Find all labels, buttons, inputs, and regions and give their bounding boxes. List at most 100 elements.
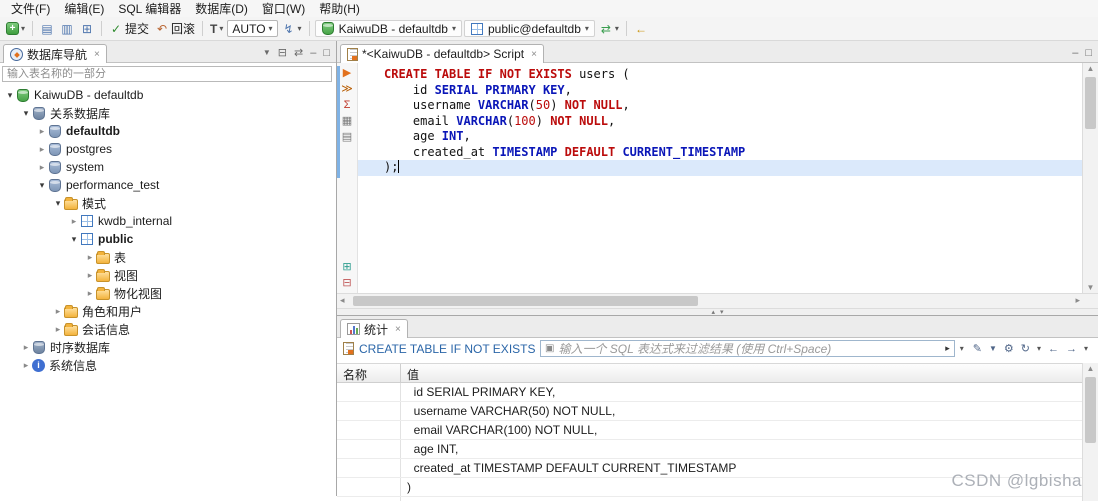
code-line[interactable]: age INT,	[358, 129, 1082, 145]
code-line[interactable]: );	[358, 160, 1082, 176]
new-connection-button[interactable]: ▾	[4, 21, 27, 36]
filter-funnel-icon[interactable]: ▼	[989, 344, 997, 353]
tree-item-表[interactable]: ▸表	[0, 248, 336, 266]
scroll-right-icon[interactable]: ▸	[1075, 295, 1080, 306]
code-line[interactable]: id SERIAL PRIMARY KEY,	[358, 83, 1082, 99]
stats-row[interactable]: id SERIAL PRIMARY KEY,	[337, 383, 1082, 402]
explain-plan-icon[interactable]: Σ	[344, 99, 351, 111]
result-filter-box[interactable]: ▣ ▸	[540, 340, 955, 357]
stats-row[interactable]: )	[337, 478, 1082, 497]
tree-item-system[interactable]: ▸system	[0, 158, 336, 176]
expander-icon[interactable]: ▸	[20, 360, 32, 371]
menu-文件(F)[interactable]: 文件(F)	[4, 0, 57, 18]
code-line[interactable]: username VARCHAR(50) NOT NULL,	[358, 98, 1082, 114]
tree-item-public[interactable]: ▾public	[0, 230, 336, 248]
apply-filter-icon[interactable]: ▸	[945, 343, 950, 354]
expander-icon[interactable]: ▾	[36, 180, 48, 191]
sash-up-icon[interactable]: ▴	[711, 310, 715, 315]
close-icon[interactable]: ×	[94, 49, 100, 60]
tree-item-KaiwuDB - defaultdb[interactable]: ▾KaiwuDB - defaultdb	[0, 86, 336, 104]
code-line[interactable]: created_at TIMESTAMP DEFAULT CURRENT_TIM…	[358, 145, 1082, 161]
code-area[interactable]: CREATE TABLE IF NOT EXISTS users ( id SE…	[358, 63, 1082, 293]
tree-item-会话信息[interactable]: ▸会话信息	[0, 320, 336, 338]
tree-item-角色和用户[interactable]: ▸角色和用户	[0, 302, 336, 320]
expander-icon[interactable]: ▾	[20, 108, 32, 119]
next-result-icon[interactable]: →	[1066, 343, 1077, 355]
tree-item-postgres[interactable]: ▸postgres	[0, 140, 336, 158]
link-with-editor-icon[interactable]: ⇄	[294, 46, 303, 59]
scrollbar-thumb[interactable]	[1085, 77, 1096, 129]
connection-selector[interactable]: KaiwuDB - defaultdb ▾	[315, 20, 462, 37]
menu-窗口(W)[interactable]: 窗口(W)	[255, 0, 312, 18]
expander-icon[interactable]: ▸	[84, 288, 96, 299]
grid-settings-icon[interactable]: ⚙	[1004, 342, 1014, 355]
tab-sql-script[interactable]: *<KaiwuDB - defaultdb> Script ×	[340, 44, 544, 63]
schema-selector[interactable]: public@defaultdb ▾	[464, 20, 595, 37]
menu-数据库(D)[interactable]: 数据库(D)	[188, 0, 255, 18]
execute-statement-icon[interactable]: ▶	[343, 67, 351, 79]
stats-row[interactable]: created_at TIMESTAMP DEFAULT CURRENT_TIM…	[337, 459, 1082, 478]
table-name-filter-input[interactable]	[2, 66, 332, 82]
column-header-name[interactable]: 名称	[337, 364, 401, 382]
editor-horizontal-scrollbar[interactable]: ◂ ▸	[337, 293, 1098, 308]
expander-icon[interactable]: ▾	[68, 234, 80, 245]
navigate-back-button[interactable]: ←	[632, 21, 650, 37]
refresh-icon[interactable]: ↻	[1021, 342, 1030, 355]
execute-script-icon[interactable]: ≫	[341, 83, 353, 95]
compare-connection-button[interactable]: ⇄ ▾	[597, 21, 621, 37]
tree-item-performance_test[interactable]: ▾performance_test	[0, 176, 336, 194]
minimize-icon[interactable]: –	[1072, 47, 1078, 59]
result-filter-input[interactable]	[558, 342, 941, 356]
analyse-icon[interactable]: ▦	[342, 115, 352, 127]
stats-row[interactable]: age INT,	[337, 440, 1082, 459]
panel-splitter[interactable]: ▴ ▾	[337, 308, 1098, 315]
code-line[interactable]: CREATE TABLE IF NOT EXISTS users (	[358, 67, 1082, 83]
expander-icon[interactable]: ▸	[68, 216, 80, 227]
expander-icon[interactable]: ▸	[20, 342, 32, 353]
maximize-icon[interactable]: □	[1085, 47, 1092, 59]
expander-icon[interactable]: ▸	[36, 162, 48, 173]
expander-icon[interactable]: ▸	[84, 270, 96, 281]
scroll-up-icon[interactable]: ▲	[1083, 64, 1098, 73]
expander-icon[interactable]: ▸	[36, 126, 48, 137]
filter-menu-icon[interactable]: ▼	[263, 48, 271, 57]
commit-button[interactable]: ✓ 提交	[107, 19, 151, 38]
scroll-down-icon[interactable]: ▼	[1083, 283, 1098, 292]
minimize-icon[interactable]: –	[310, 47, 316, 59]
new-sql-editor-button[interactable]: ▤	[38, 21, 56, 37]
menu-编辑(E)[interactable]: 编辑(E)	[57, 0, 111, 18]
collapse-all-icon[interactable]: ⊟	[278, 46, 287, 59]
code-line[interactable]: email VARCHAR(100) NOT NULL,	[358, 114, 1082, 130]
tree-item-物化视图[interactable]: ▸物化视图	[0, 284, 336, 302]
expand-filter-icon[interactable]: ▣	[545, 343, 554, 354]
rollback-button[interactable]: ↶ 回滚	[153, 19, 197, 38]
stats-row[interactable]: username VARCHAR(50) NOT NULL,	[337, 402, 1082, 421]
recent-sql-button[interactable]: ⊞	[78, 21, 96, 37]
tree-item-系统信息[interactable]: ▸系统信息	[0, 356, 336, 374]
stats-row[interactable]: email VARCHAR(100) NOT NULL,	[337, 421, 1082, 440]
column-header-value[interactable]: 值	[401, 364, 1082, 382]
tab-statistics[interactable]: 统计 ×	[340, 319, 408, 338]
maximize-icon[interactable]: □	[323, 47, 330, 59]
previous-result-icon[interactable]: ←	[1048, 343, 1059, 355]
open-output-icon[interactable]: ⊞	[342, 261, 351, 273]
tree-item-视图[interactable]: ▸视图	[0, 266, 336, 284]
scrollbar-thumb[interactable]	[1085, 377, 1096, 443]
auto-commit-combo[interactable]: AUTO ▾	[227, 20, 277, 37]
tree-item-defaultdb[interactable]: ▸defaultdb	[0, 122, 336, 140]
transaction-log-button[interactable]: T ▾	[208, 21, 225, 37]
tree-item-kwdb_internal[interactable]: ▸kwdb_internal	[0, 212, 336, 230]
menu-帮助(H)[interactable]: 帮助(H)	[312, 0, 367, 18]
editor-vertical-scrollbar[interactable]: ▲ ▼	[1082, 63, 1098, 293]
sash-down-icon[interactable]: ▾	[720, 310, 724, 315]
open-sql-script-button[interactable]: ▥	[58, 21, 76, 37]
scroll-left-icon[interactable]: ◂	[340, 295, 345, 306]
expander-icon[interactable]: ▸	[52, 324, 64, 335]
close-output-icon[interactable]: ⊟	[342, 277, 351, 289]
menu-SQL 编辑器[interactable]: SQL 编辑器	[111, 0, 188, 18]
edit-value-icon[interactable]: ✎	[973, 342, 982, 355]
tree-item-模式[interactable]: ▾模式	[0, 194, 336, 212]
scroll-up-icon[interactable]: ▲	[1083, 364, 1098, 373]
close-icon[interactable]: ×	[395, 324, 401, 335]
close-icon[interactable]: ×	[531, 49, 537, 60]
